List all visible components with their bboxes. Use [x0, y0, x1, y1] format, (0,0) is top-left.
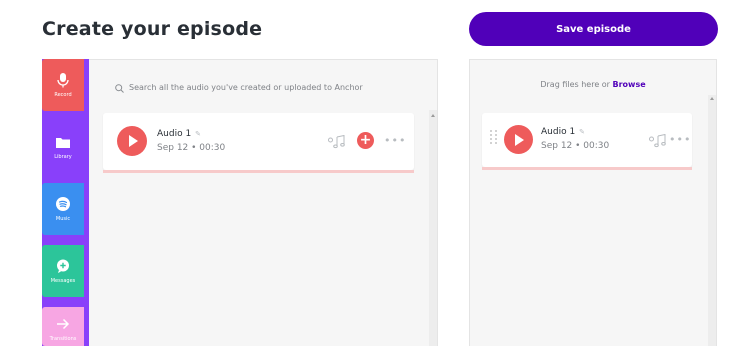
page-title: Create your episode	[42, 18, 263, 40]
sidebar-item-label: Messages	[50, 278, 76, 284]
browse-link[interactable]: Browse	[613, 80, 646, 89]
episode-scrollbar[interactable]	[708, 95, 716, 346]
sidebar-item-transitions[interactable]: Transitions	[42, 307, 84, 346]
audio-title-row: Audio 1 ✎	[541, 127, 585, 137]
more-options-icon[interactable]: •••	[384, 134, 406, 147]
sidebar-item-library[interactable]: Library	[42, 121, 84, 173]
audio-title: Audio 1	[157, 129, 192, 139]
play-icon	[128, 135, 138, 147]
microphone-icon	[55, 72, 71, 88]
pencil-icon[interactable]: ✎	[579, 128, 585, 136]
search-icon	[115, 78, 124, 97]
folder-icon	[55, 134, 71, 150]
arrow-right-icon	[55, 316, 71, 332]
sidebar-item-label: Music	[55, 216, 71, 222]
save-episode-button[interactable]: Save episode	[469, 12, 718, 46]
drag-handle-icon[interactable]	[490, 130, 498, 144]
play-button[interactable]	[504, 125, 533, 154]
music-note-icon[interactable]	[649, 133, 667, 152]
spotify-icon	[55, 196, 71, 212]
drop-zone[interactable]: Drag files here or Browse	[469, 80, 717, 89]
card-underline	[103, 170, 414, 173]
add-to-episode-button[interactable]: +	[357, 132, 374, 149]
more-options-icon[interactable]: •••	[669, 133, 691, 146]
search-input[interactable]: Search all the audio you've created or u…	[129, 83, 363, 92]
scroll-up-icon[interactable]	[710, 97, 714, 100]
sidebar-item-label: Library	[54, 154, 72, 160]
sidebar-item-messages[interactable]: Messages	[42, 245, 84, 297]
audio-title: Audio 1	[541, 127, 576, 137]
pencil-icon[interactable]: ✎	[195, 130, 201, 138]
chat-plus-icon	[55, 258, 71, 274]
library-panel	[89, 59, 438, 346]
audio-title-row: Audio 1 ✎	[157, 129, 201, 139]
sidebar-item-record[interactable]: Record	[42, 59, 84, 111]
sidebar-item-label: Transitions	[49, 336, 77, 342]
episode-panel	[469, 59, 717, 346]
library-search[interactable]: Search all the audio you've created or u…	[115, 80, 363, 94]
play-button[interactable]	[117, 126, 147, 156]
music-note-icon[interactable]	[328, 134, 346, 153]
play-icon	[515, 133, 524, 146]
drop-zone-text: Drag files here or	[540, 80, 610, 89]
sidebar-item-label: Record	[54, 92, 72, 98]
audio-meta: Sep 12 • 00:30	[157, 143, 226, 153]
library-scrollbar[interactable]	[429, 110, 437, 346]
audio-meta: Sep 12 • 00:30	[541, 141, 610, 151]
scroll-up-icon[interactable]	[431, 114, 435, 117]
card-underline	[482, 167, 692, 170]
sidebar-item-music[interactable]: Music	[42, 183, 84, 235]
